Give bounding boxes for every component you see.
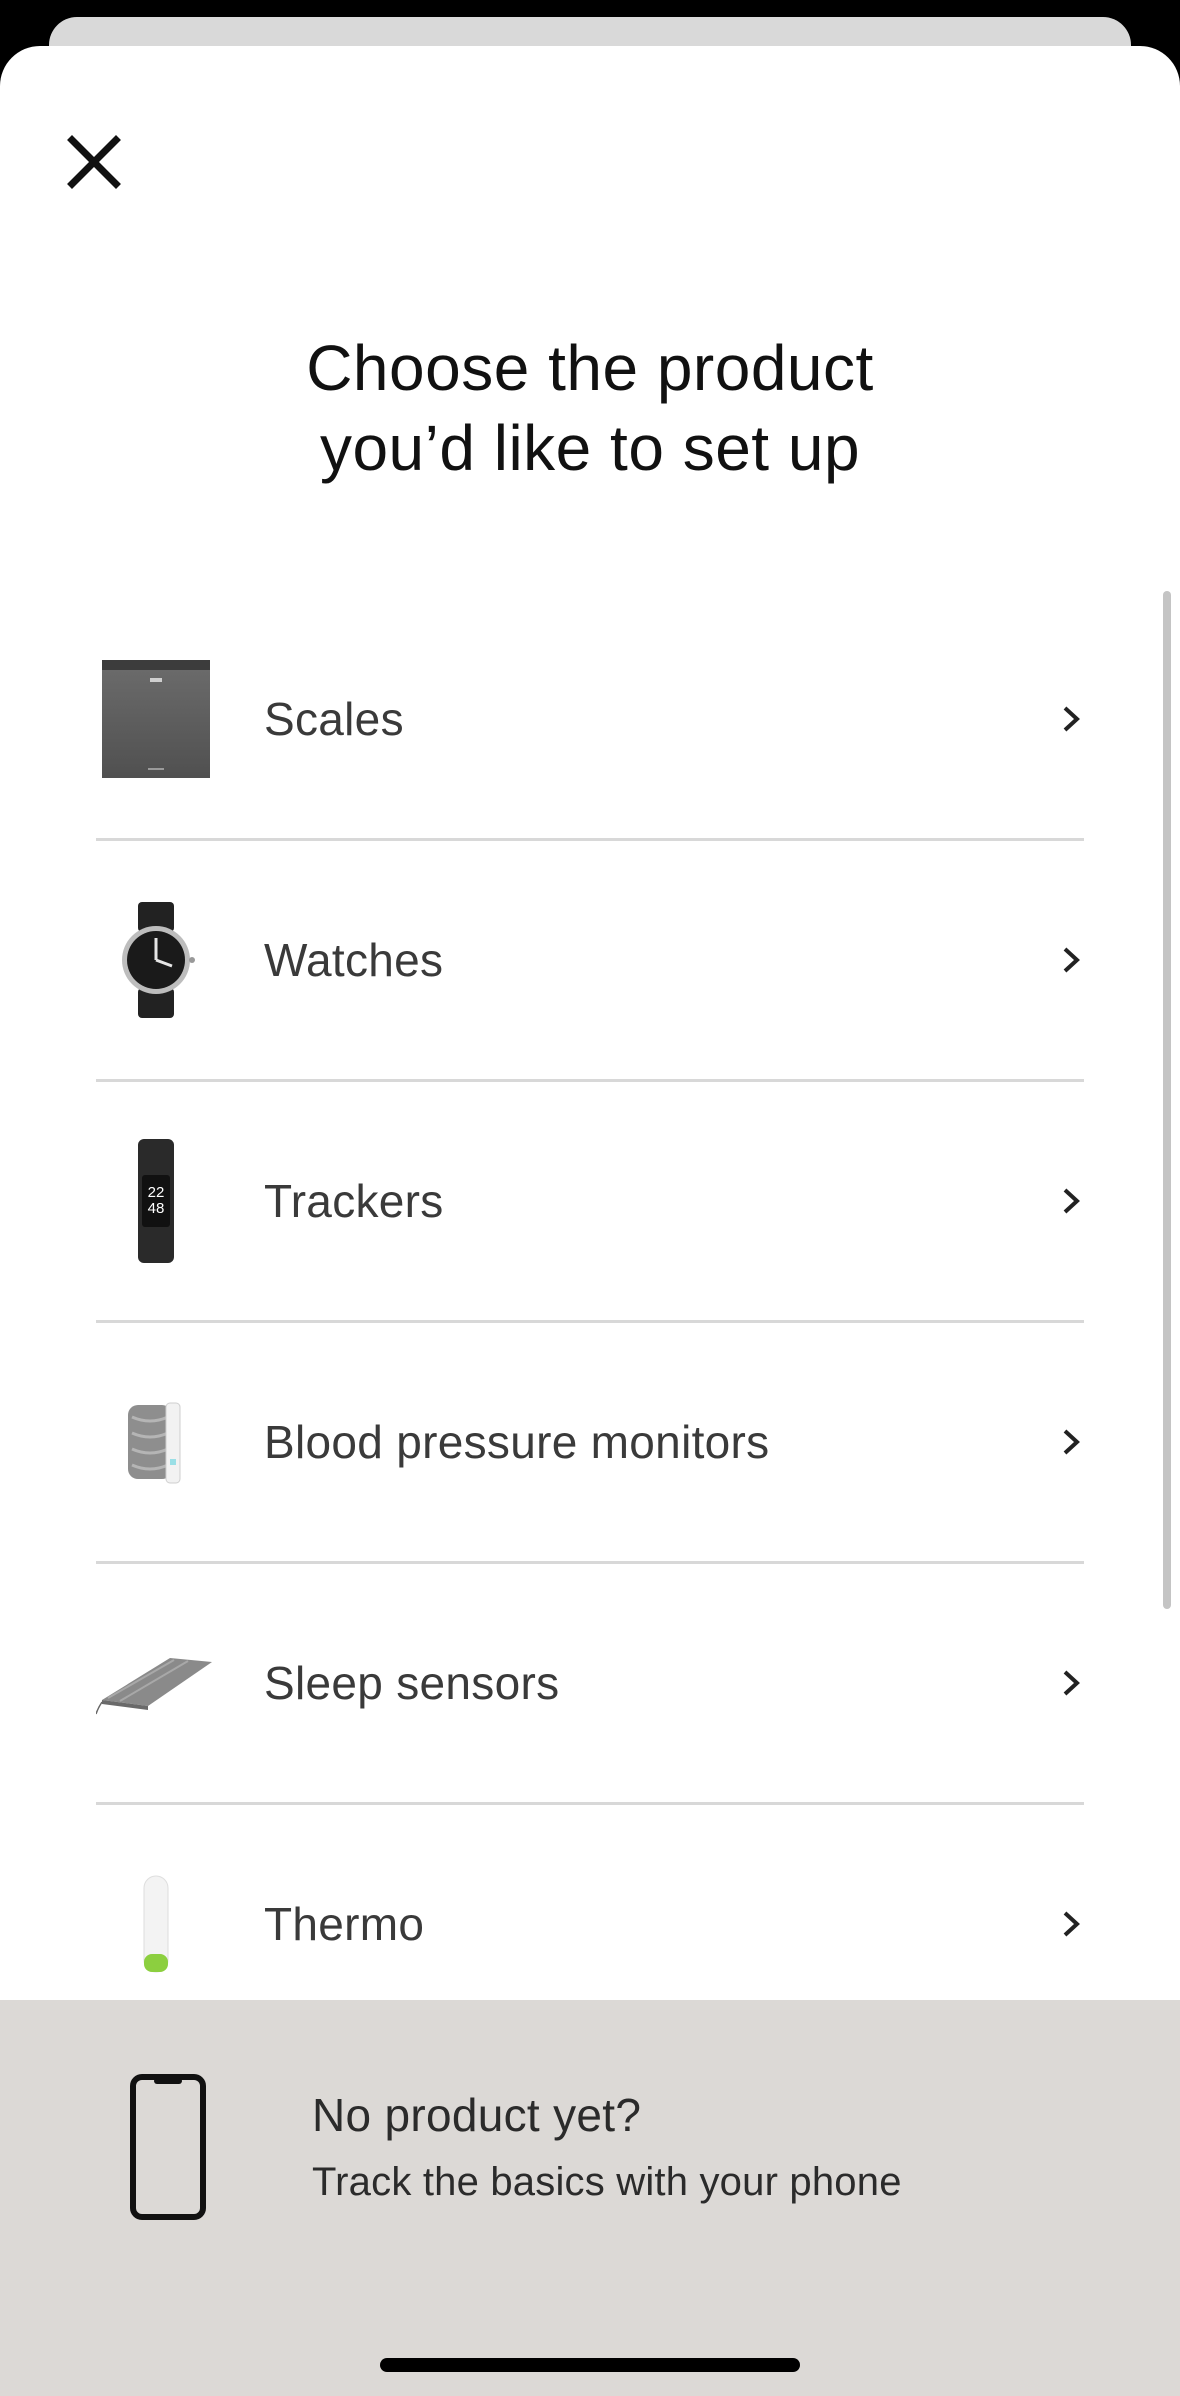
- tracker-minutes: 48: [148, 1200, 165, 1217]
- product-list: Scales Watches 22 48 Trackers Blood pres…: [96, 600, 1084, 2043]
- product-row-trackers[interactable]: 22 48 Trackers: [96, 1082, 1084, 1323]
- chevron-right-icon: [1063, 1429, 1080, 1455]
- blood-pressure-monitor-icon: [96, 1377, 216, 1507]
- page-title-line-2: you’d like to set up: [319, 412, 861, 484]
- chevron-right-icon: [1063, 706, 1080, 732]
- page-title: Choose the product you’d like to set up: [0, 328, 1180, 488]
- product-row-sleep-sensors[interactable]: Sleep sensors: [96, 1564, 1084, 1805]
- tracker-icon: 22 48: [96, 1136, 216, 1266]
- product-label-thermo: Thermo: [264, 1898, 425, 1950]
- scale-icon: [96, 654, 216, 784]
- product-label-scales: Scales: [264, 693, 404, 745]
- product-label-watches: Watches: [264, 934, 444, 986]
- product-row-blood-pressure-monitors[interactable]: Blood pressure monitors: [96, 1323, 1084, 1564]
- no-product-banner[interactable]: No product yet? Track the basics with yo…: [0, 2000, 1180, 2396]
- sleep-sensor-icon: [96, 1618, 216, 1748]
- watch-icon: [96, 895, 216, 1025]
- thermometer-icon: [96, 1859, 216, 1989]
- phone-icon: [130, 2074, 206, 2220]
- product-row-scales[interactable]: Scales: [96, 600, 1084, 841]
- tracker-hours: 22: [148, 1184, 165, 1201]
- close-button[interactable]: [62, 130, 126, 194]
- chevron-right-icon: [1063, 947, 1080, 973]
- page-title-line-1: Choose the product: [306, 332, 874, 404]
- product-label-sleep-sensors: Sleep sensors: [264, 1657, 560, 1709]
- chevron-right-icon: [1063, 1911, 1080, 1937]
- chevron-right-icon: [1063, 1670, 1080, 1696]
- chevron-right-icon: [1063, 1188, 1080, 1214]
- product-label-trackers: Trackers: [264, 1175, 444, 1227]
- product-label-blood-pressure-monitors: Blood pressure monitors: [264, 1416, 770, 1468]
- home-indicator: [380, 2358, 800, 2372]
- scrollbar[interactable]: [1163, 591, 1171, 1609]
- no-product-title: No product yet?: [312, 2089, 642, 2141]
- product-row-watches[interactable]: Watches: [96, 841, 1084, 1082]
- close-icon: [67, 135, 121, 189]
- no-product-subtitle: Track the basics with your phone: [312, 2160, 902, 2204]
